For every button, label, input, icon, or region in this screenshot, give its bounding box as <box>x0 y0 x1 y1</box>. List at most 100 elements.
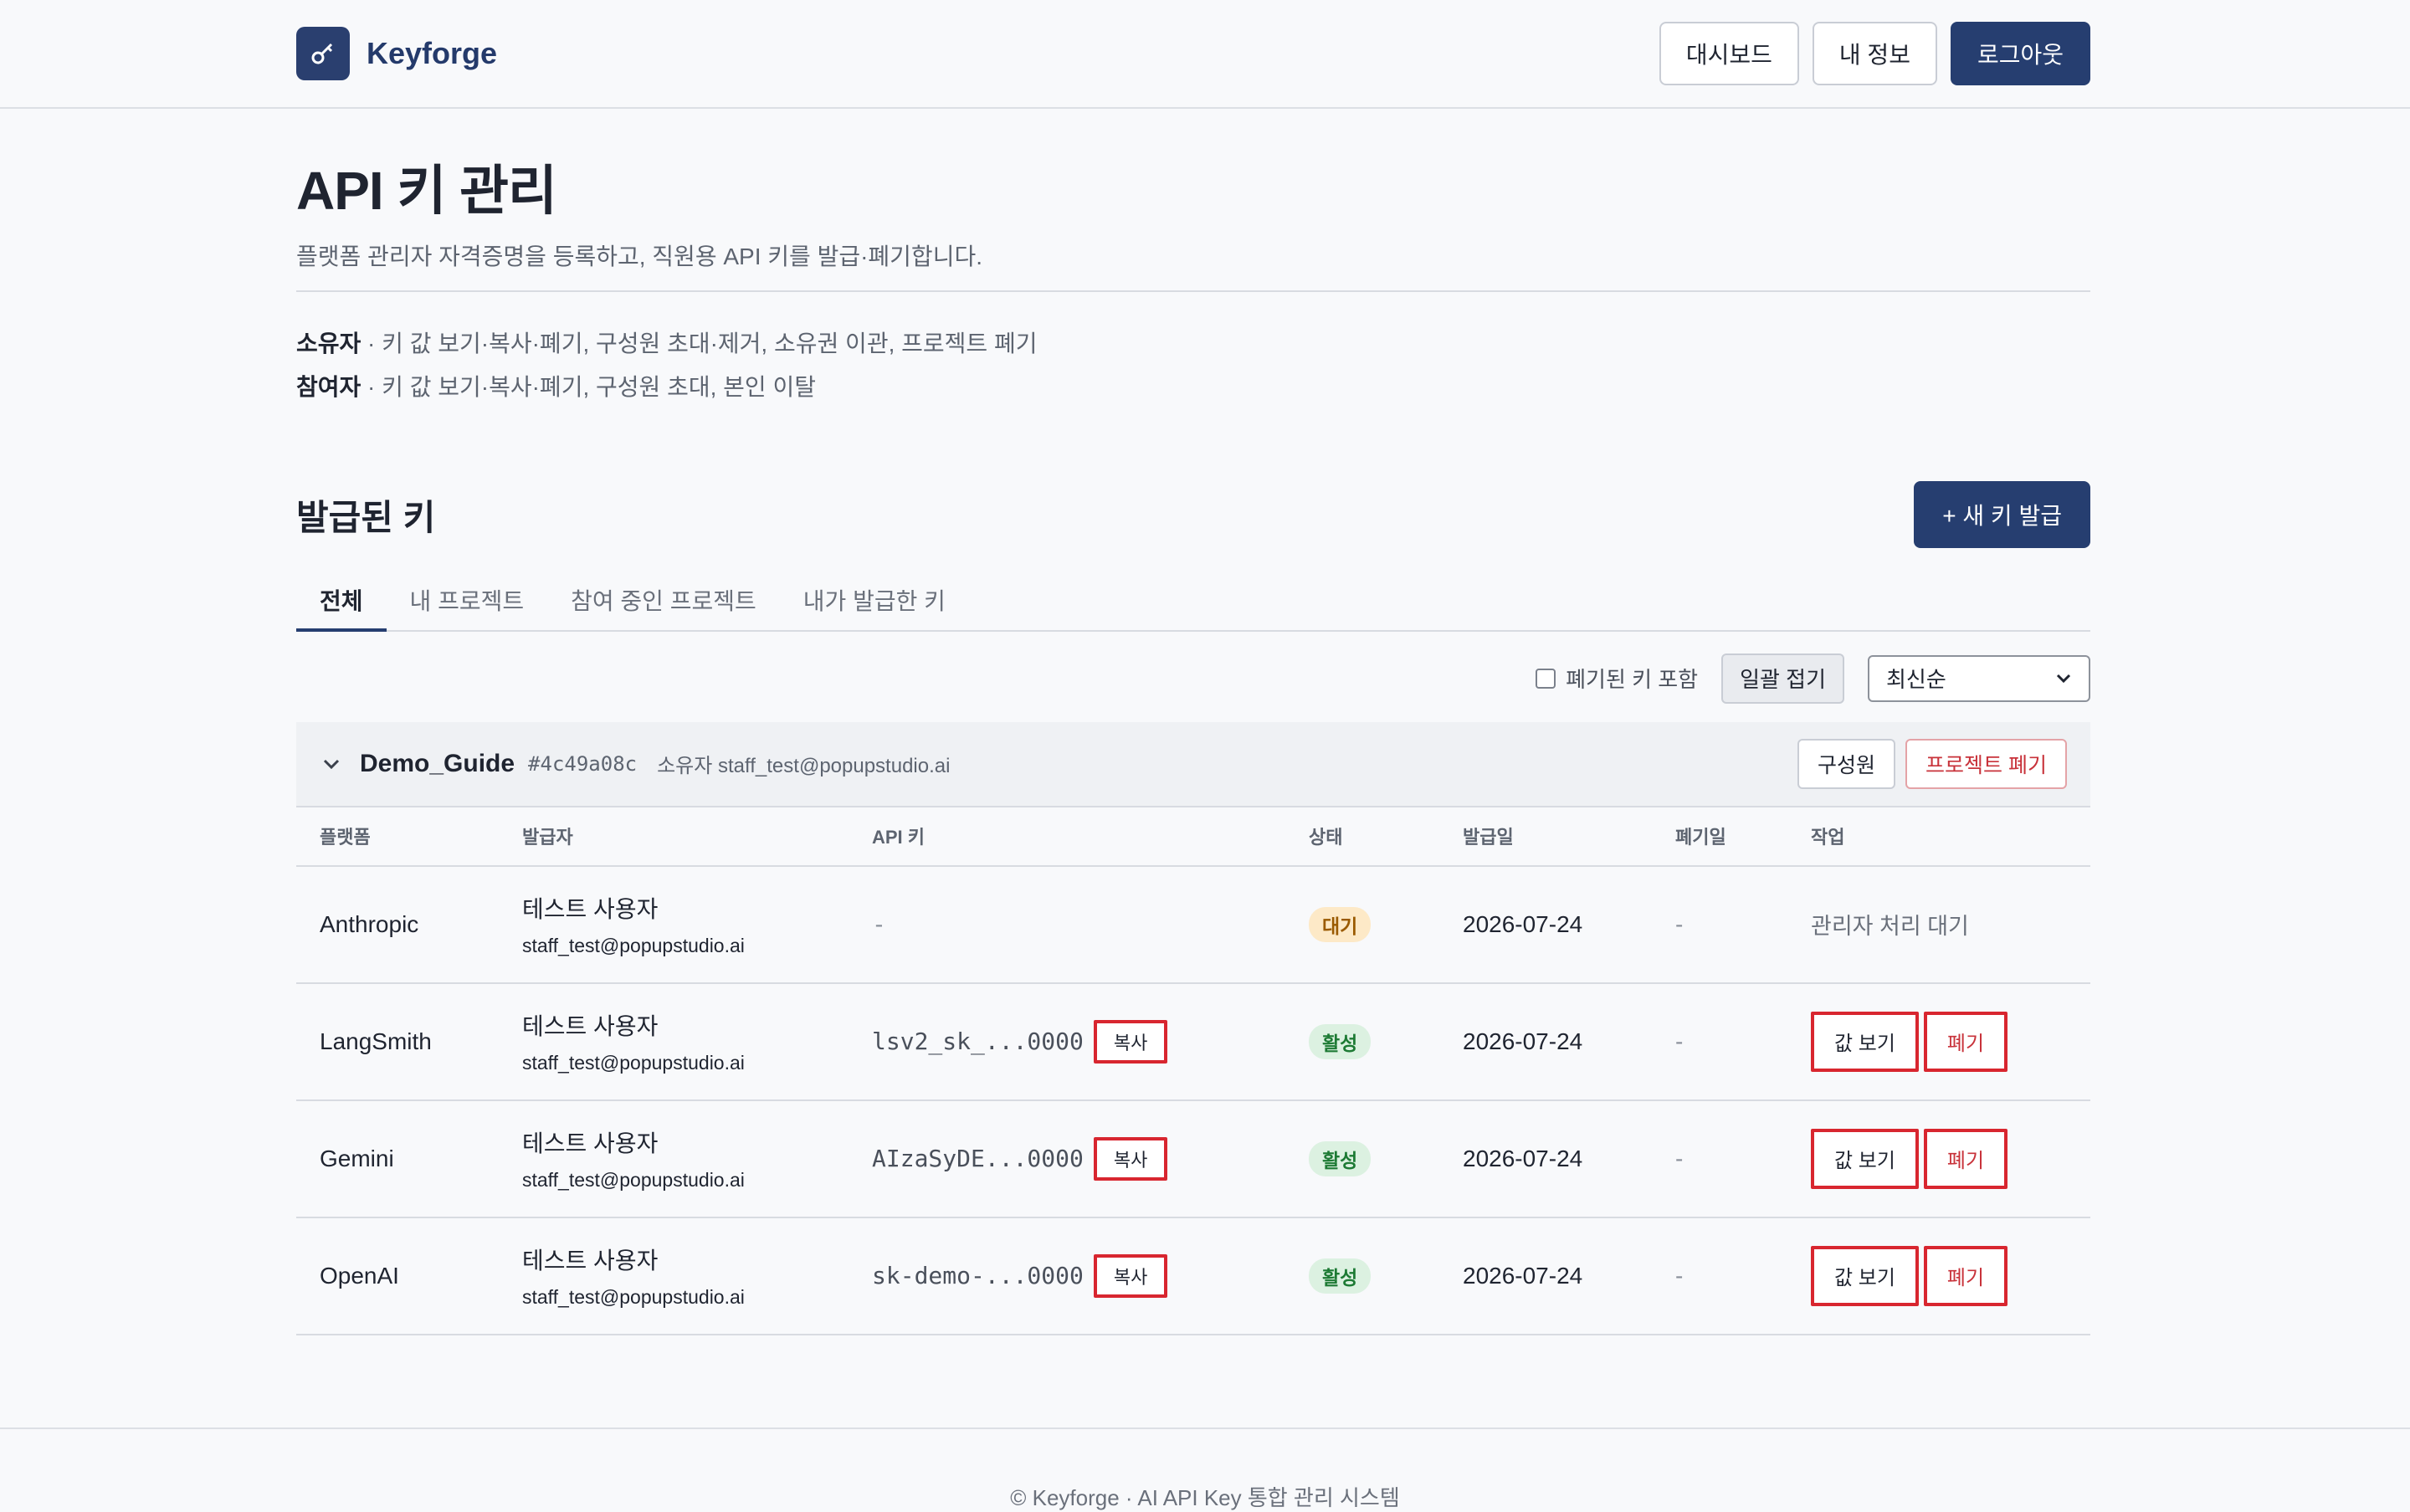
chevron-down-icon[interactable] <box>321 757 341 771</box>
list-toolbar: 폐기된 키 포함 일괄 접기 최신순 <box>296 653 2090 704</box>
platform-cell: Gemini <box>296 1099 499 1218</box>
brand-name: Keyforge <box>367 36 498 70</box>
view-key-button[interactable]: 값 보기 <box>1811 1011 1919 1072</box>
platform-cell: OpenAI <box>296 1217 499 1335</box>
footer-text: © Keyforge · AI API Key 통합 관리 시스템 <box>1010 1485 1400 1510</box>
platform-cell: Anthropic <box>296 865 499 984</box>
table-row: OpenAI 테스트 사용자 staff_test@popupstudio.ai… <box>296 1217 2090 1335</box>
api-key-value: lsv2_sk_...0000 <box>872 1028 1084 1056</box>
col-platform: 플랫폼 <box>296 807 499 867</box>
issuer-cell: 테스트 사용자 staff_test@popupstudio.ai <box>499 1099 849 1218</box>
platform-cell: LangSmith <box>296 982 499 1101</box>
issuer-cell: 테스트 사용자 staff_test@popupstudio.ai <box>499 982 849 1101</box>
key-tabs: 전체 내 프로젝트 참여 중인 프로젝트 내가 발급한 키 <box>296 578 2090 632</box>
status-badge: 활성 <box>1309 1023 1372 1059</box>
tab-my-issued-keys[interactable]: 내가 발급한 키 <box>780 578 969 632</box>
project-actions: 구성원 프로젝트 폐기 <box>1797 738 2067 789</box>
status-cell: 활성 <box>1285 1099 1439 1218</box>
include-revoked-checkbox[interactable] <box>1536 668 1556 689</box>
issuer-email: staff_test@popupstudio.ai <box>522 1286 745 1309</box>
status-cell: 활성 <box>1285 982 1439 1101</box>
issuer-name: 테스트 사용자 <box>522 896 659 923</box>
issued-date-cell: 2026-07-24 <box>1439 982 1652 1101</box>
api-key-value: - <box>872 910 886 939</box>
page-title: API 키 관리 <box>296 161 557 221</box>
revoke-key-button[interactable]: 폐기 <box>1923 1245 2008 1306</box>
project-header[interactable]: Demo_Guide #4c49a08c 소유자 staff_test@popu… <box>296 721 2090 807</box>
tab-my-projects[interactable]: 내 프로젝트 <box>387 578 548 632</box>
brand[interactable]: Keyforge <box>296 27 497 80</box>
key-icon <box>296 27 350 80</box>
tab-all[interactable]: 전체 <box>296 578 387 632</box>
issuer-cell: 테스트 사용자 staff_test@popupstudio.ai <box>499 865 849 984</box>
issued-date-cell: 2026-07-24 <box>1439 1217 1652 1335</box>
actions-cell: 값 보기 폐기 <box>1787 1217 2090 1335</box>
role-participant: 참여자 · 키 값 보기·복사·폐기, 구성원 초대, 본인 이탈 <box>296 373 816 400</box>
revoked-date-cell: - <box>1652 865 1787 984</box>
issuer-email: staff_test@popupstudio.ai <box>522 1169 745 1192</box>
col-api-key: API 키 <box>849 807 1285 867</box>
sort-select[interactable]: 최신순 <box>1868 654 2090 702</box>
api-key-cell: - <box>849 865 1285 984</box>
issuer-email: staff_test@popupstudio.ai <box>522 935 745 957</box>
copy-key-button[interactable]: 복사 <box>1093 1253 1168 1298</box>
include-revoked-label: 폐기된 키 포함 <box>1566 667 1699 693</box>
table-row: Gemini 테스트 사용자 staff_test@popupstudio.ai… <box>296 1099 2090 1218</box>
project-name: Demo_Guide <box>360 749 515 777</box>
divider <box>296 290 2090 292</box>
project-id: #4c49a08c <box>528 751 638 776</box>
tab-joined-projects[interactable]: 참여 중인 프로젝트 <box>547 578 780 632</box>
footer: © Keyforge · AI API Key 통합 관리 시스템 <box>0 1427 2410 1510</box>
collapse-all-button[interactable]: 일괄 접기 <box>1721 653 1844 704</box>
members-button[interactable]: 구성원 <box>1797 738 1896 789</box>
sort-select-value: 최신순 <box>1886 667 1946 693</box>
project-owner: 소유자 staff_test@popupstudio.ai <box>657 755 951 778</box>
issuer-name: 테스트 사용자 <box>522 1248 659 1274</box>
keys-section-header: 발급된 키 + 새 키 발급 <box>296 480 2090 548</box>
new-key-button[interactable]: + 새 키 발급 <box>1914 480 2090 548</box>
role-owner: 소유자 · 키 값 보기·복사·폐기, 구성원 초대·제거, 소유권 이관, 프… <box>296 330 1038 356</box>
header-actions: 대시보드 내 정보 로그아웃 <box>1659 22 2090 85</box>
view-key-button[interactable]: 값 보기 <box>1811 1245 1919 1306</box>
issued-date-cell: 2026-07-24 <box>1439 1099 1652 1218</box>
include-revoked-toggle[interactable]: 폐기된 키 포함 <box>1536 663 1698 694</box>
actions-cell: 관리자 처리 대기 <box>1787 865 2090 984</box>
status-badge: 활성 <box>1309 1140 1372 1176</box>
issuer-name: 테스트 사용자 <box>522 1130 659 1157</box>
copy-key-button[interactable]: 복사 <box>1093 1019 1168 1064</box>
table-row: Anthropic 테스트 사용자 staff_test@popupstudio… <box>296 865 2090 984</box>
col-issuer: 발급자 <box>499 807 849 867</box>
revoke-key-button[interactable]: 폐기 <box>1923 1128 2008 1189</box>
logout-button[interactable]: 로그아웃 <box>1950 22 2090 85</box>
view-key-button[interactable]: 값 보기 <box>1811 1128 1919 1189</box>
issuer-name: 테스트 사용자 <box>522 1013 659 1040</box>
col-issued-date: 발급일 <box>1439 807 1652 867</box>
api-key-cell: AIzaSyDE...0000 복사 <box>849 1099 1285 1218</box>
revoke-key-button[interactable]: 폐기 <box>1923 1011 2008 1072</box>
issuer-email: staff_test@popupstudio.ai <box>522 1052 745 1074</box>
table-header-row: 플랫폼 발급자 API 키 상태 발급일 폐기일 작업 <box>296 807 2090 867</box>
revoked-date-cell: - <box>1652 982 1787 1101</box>
role-descriptions: 소유자 · 키 값 보기·복사·폐기, 구성원 초대·제거, 소유권 이관, 프… <box>296 322 2090 409</box>
copy-key-button[interactable]: 복사 <box>1093 1136 1168 1181</box>
section-title: 발급된 키 <box>296 497 436 537</box>
api-key-value: sk-demo-...0000 <box>872 1262 1084 1290</box>
status-badge: 활성 <box>1309 1258 1372 1294</box>
col-actions: 작업 <box>1787 807 2090 867</box>
api-key-cell: lsv2_sk_...0000 복사 <box>849 982 1285 1101</box>
main-content: API 키 관리 플랫폼 관리자 자격증명을 등록하고, 직원용 API 키를 … <box>296 109 2090 1335</box>
keys-table: 플랫폼 발급자 API 키 상태 발급일 폐기일 작업 Anthropic 테스… <box>296 807 2090 1335</box>
revoked-date-cell: - <box>1652 1099 1787 1218</box>
col-status: 상태 <box>1285 807 1439 867</box>
top-navigation: Keyforge 대시보드 내 정보 로그아웃 <box>0 0 2410 109</box>
actions-cell: 값 보기 폐기 <box>1787 982 2090 1101</box>
status-cell: 활성 <box>1285 1217 1439 1335</box>
table-row: LangSmith 테스트 사용자 staff_test@popupstudio… <box>296 982 2090 1101</box>
dashboard-button[interactable]: 대시보드 <box>1659 22 1799 85</box>
status-badge: 대기 <box>1309 906 1372 942</box>
revoked-date-cell: - <box>1652 1217 1787 1335</box>
col-revoked-date: 폐기일 <box>1652 807 1787 867</box>
delete-project-button[interactable]: 프로젝트 폐기 <box>1905 738 2067 789</box>
pending-action-text: 관리자 처리 대기 <box>1811 914 1969 940</box>
profile-button[interactable]: 내 정보 <box>1812 22 1937 85</box>
